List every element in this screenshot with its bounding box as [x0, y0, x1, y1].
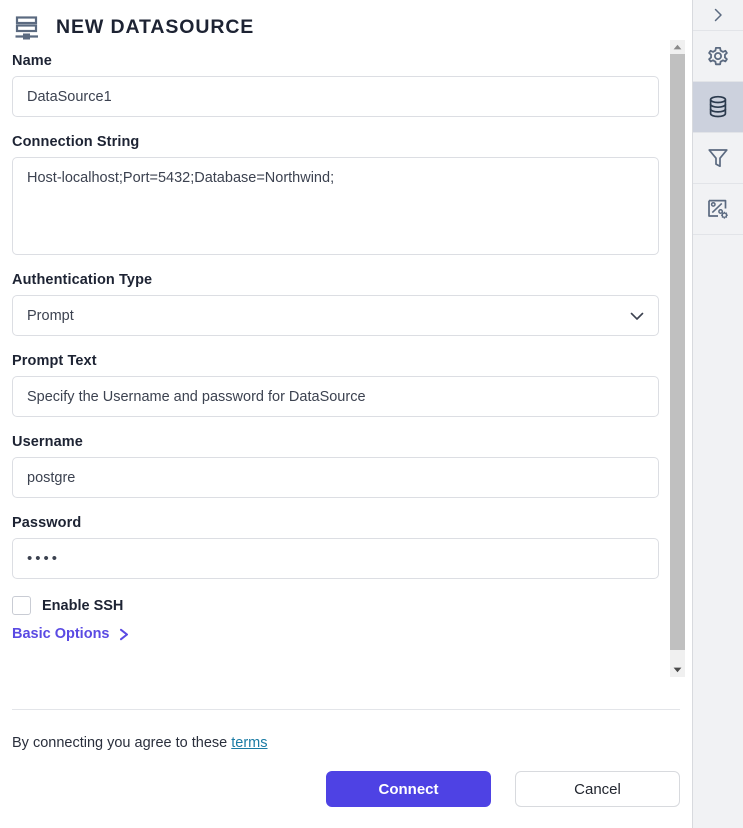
rail-item-expand-panel[interactable] [693, 0, 743, 31]
scroll-down-arrow-icon[interactable] [670, 663, 685, 677]
scrollbar-thumb[interactable] [670, 54, 685, 650]
footer-buttons: Connect Cancel [326, 771, 680, 807]
image-settings-icon [708, 199, 728, 219]
footer-divider [12, 709, 680, 710]
enable-ssh-row[interactable]: Enable SSH [12, 596, 657, 615]
datasource-stack-icon [15, 15, 38, 39]
name-input[interactable]: DataSource1 [12, 76, 659, 117]
username-label: Username [12, 434, 83, 450]
password-masked-value: •••• [27, 550, 61, 567]
authentication-type-select-wrap: Prompt [12, 295, 659, 336]
rail-item-datasource[interactable] [693, 82, 743, 133]
field-authentication-type: Authentication Type Prompt [12, 272, 659, 336]
connection-string-input[interactable]: Host-localhost;Port=5432;Database=Northw… [12, 157, 659, 255]
dialog-footer: By connecting you agree to these terms C… [0, 709, 692, 828]
main-panel: NEW DATASOURCE Name DataSource1 Connecti… [0, 0, 693, 828]
database-icon [709, 95, 727, 118]
basic-options-link[interactable]: Basic Options [12, 626, 130, 642]
form-scrollbar[interactable] [670, 40, 685, 677]
chevron-right-icon [119, 628, 128, 640]
rail-item-settings[interactable] [693, 31, 743, 82]
form-scroll-area: Name DataSource1 Connection String Host-… [0, 46, 693, 709]
name-label: Name [12, 53, 52, 69]
field-password: Password •••• [12, 515, 659, 579]
scroll-up-arrow-icon[interactable] [670, 40, 685, 54]
field-name: Name DataSource1 [12, 53, 659, 117]
field-prompt-text: Prompt Text Specify the Username and pas… [12, 353, 659, 417]
enable-ssh-label: Enable SSH [42, 597, 124, 614]
authentication-type-label: Authentication Type [12, 272, 153, 288]
password-label: Password [12, 515, 82, 531]
terms-prefix: By connecting you agree to these [12, 735, 232, 751]
rail-item-image-settings[interactable] [693, 184, 743, 235]
prompt-text-label: Prompt Text [12, 353, 97, 369]
enable-ssh-checkbox[interactable] [12, 596, 31, 615]
terms-line: By connecting you agree to these terms [12, 735, 268, 751]
prompt-text-input[interactable]: Specify the Username and password for Da… [12, 376, 659, 417]
cancel-button[interactable]: Cancel [515, 771, 680, 807]
connection-string-label: Connection String [12, 134, 140, 150]
terms-link[interactable]: terms [231, 735, 267, 751]
field-connection-string: Connection String Host-localhost;Port=54… [12, 134, 659, 255]
password-input[interactable]: •••• [12, 538, 659, 579]
basic-options-label: Basic Options [12, 626, 110, 642]
gear-icon [708, 47, 728, 66]
form-fields: Name DataSource1 Connection String Host-… [0, 46, 693, 642]
new-datasource-dialog: NEW DATASOURCE Name DataSource1 Connecti… [0, 0, 743, 828]
connect-button[interactable]: Connect [326, 771, 491, 807]
right-rail [693, 0, 743, 828]
field-username: Username postgre [12, 434, 659, 498]
panel-header: NEW DATASOURCE [0, 0, 692, 46]
username-input[interactable]: postgre [12, 457, 659, 498]
rail-filler [693, 235, 743, 828]
funnel-icon [708, 149, 728, 168]
authentication-type-select[interactable]: Prompt [12, 295, 659, 336]
page-title: NEW DATASOURCE [56, 16, 255, 38]
rail-item-filters[interactable] [693, 133, 743, 184]
chevron-right-icon [714, 8, 722, 22]
